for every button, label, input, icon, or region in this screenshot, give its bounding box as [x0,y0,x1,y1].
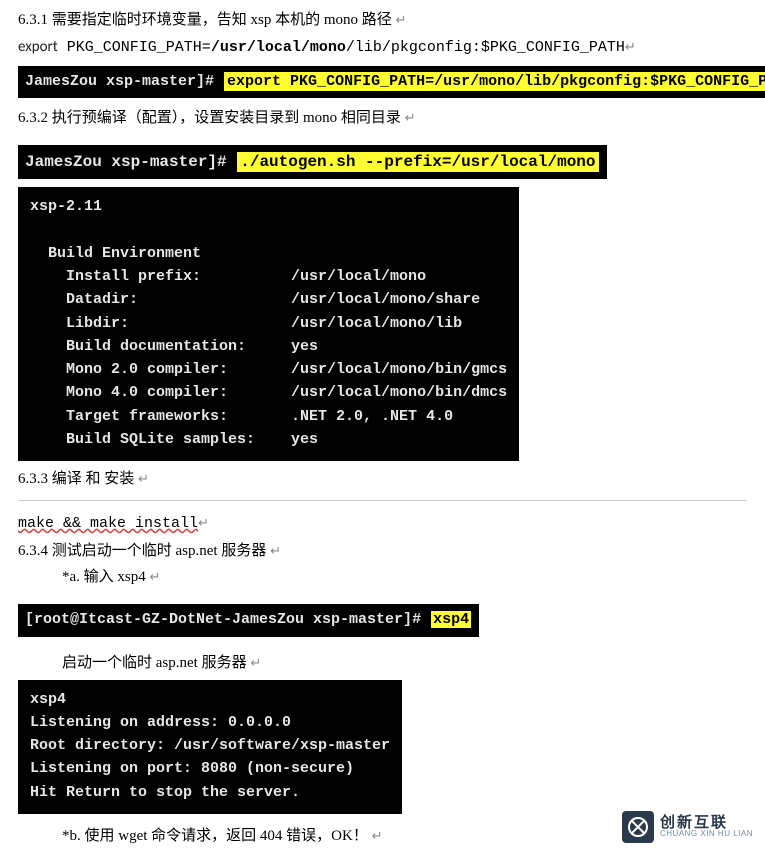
return-mark: ↵ [405,110,416,125]
return-mark: ↵ [198,515,209,530]
section-text: 执行预编译（配置），设置安装目录到 mono 相同目录 [52,110,401,126]
section-text: 需要指定临时环境变量，告知 xsp 本机的 mono 路径 [52,12,392,28]
terminal-line-autogen: JamesZou xsp-master]# ./autogen.sh --pre… [18,145,607,179]
export-pre: PKG_CONFIG_PATH= [58,39,211,56]
section-6-3-4: 6.3.4 测试启动一个临时 asp.net 服务器 ↵ [18,539,747,564]
start-server-line: 启动一个临时 asp.net 服务器 ↵ [62,651,747,676]
brand-logo: 创新互联 CHUANG XIN HU LIAN [622,811,753,843]
section-text: 编译 和 安装 [52,471,135,487]
logo-en: CHUANG XIN HU LIAN [660,830,753,838]
logo-icon [626,815,650,839]
section-6-3-3: 6.3.3 编译 和 安装 ↵ [18,467,747,492]
return-mark: ↵ [372,828,383,843]
section-6-3-1: 6.3.1 需要指定临时环境变量，告知 xsp 本机的 mono 路径 ↵ [18,8,747,33]
highlighted-command: export PKG_CONFIG_PATH=/usr/mono/lib/pkg… [223,71,765,92]
step-b-text: *b. 使用 wget 命令请求，返回 404 错误，OK！ [62,828,368,844]
prompt: JamesZou xsp-master]# [25,73,223,90]
terminal-line-xsp4: [root@Itcast-GZ-DotNet-JamesZou xsp-mast… [18,604,479,637]
return-mark: ↵ [270,543,281,558]
highlighted-command: xsp4 [430,610,472,629]
return-mark: ↵ [138,471,149,486]
export-line: export PKG_CONFIG_PATH=/usr/local/mono/l… [18,35,747,61]
section-number: 6.3.1 [18,12,48,28]
make-install-line: make && make install↵ [18,511,747,537]
section-number: 6.3.4 [18,543,48,559]
section-text: 测试启动一个临时 asp.net 服务器 [52,543,267,559]
terminal-line-export: JamesZou xsp-master]# export PKG_CONFIG_… [18,66,765,99]
section-number: 6.3.3 [18,471,48,487]
export-post: /lib/pkgconfig:$PKG_CONFIG_PATH [346,39,625,56]
step-a-text: *a. 输入 xsp4 [62,569,146,585]
return-mark: ↵ [396,12,407,27]
start-server-text: 启动一个临时 asp.net 服务器 [62,655,247,671]
section-6-3-2: 6.3.2 执行预编译（配置），设置安装目录到 mono 相同目录 ↵ [18,106,747,131]
export-bold: /usr/local/mono [211,39,346,56]
return-mark: ↵ [250,655,261,670]
terminal-build-env: xsp-2.11 Build Environment Install prefi… [18,187,519,461]
return-mark: ↵ [625,39,636,54]
section-number: 6.3.2 [18,110,48,126]
return-mark: ↵ [150,569,161,584]
make-text: make && make install [18,515,198,532]
highlighted-command: ./autogen.sh --prefix=/usr/local/mono [236,151,599,173]
horizontal-rule [18,500,747,501]
prompt: JamesZou xsp-master]# [25,153,236,171]
logo-mark [622,811,654,843]
export-keyword: export [18,38,58,56]
logo-text: 创新互联 CHUANG XIN HU LIAN [660,815,753,839]
prompt: [root@Itcast-GZ-DotNet-JamesZou xsp-mast… [25,611,430,628]
step-a: *a. 输入 xsp4 ↵ [62,565,747,590]
terminal-xsp-output: xsp4 Listening on address: 0.0.0.0 Root … [18,680,402,814]
logo-cn: 创新互联 [660,815,753,831]
